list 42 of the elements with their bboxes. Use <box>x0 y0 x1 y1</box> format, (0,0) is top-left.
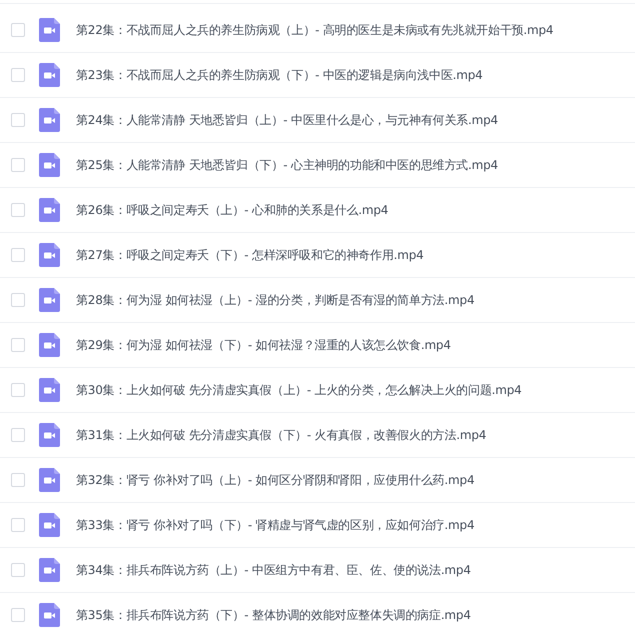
checkbox[interactable] <box>11 68 25 82</box>
checkbox[interactable] <box>11 203 25 217</box>
video-file-icon <box>39 243 60 267</box>
file-name[interactable]: 第25集：人能常清静 天地悉皆归（下）- 心主神明的功能和中医的思维方式.mp4 <box>76 156 498 174</box>
video-file-icon <box>39 603 60 627</box>
video-file-icon <box>39 333 60 357</box>
video-file-icon <box>39 513 60 537</box>
checkbox[interactable] <box>11 248 25 262</box>
file-name[interactable]: 第34集：排兵布阵说方药（上）- 中医组方中有君、臣、佐、使的说法.mp4 <box>76 562 471 578</box>
file-name[interactable]: 第30集：上火如何破 先分清虚实真假（上）- 上火的分类，怎么解决上火的问题.mp4 <box>76 382 522 398</box>
video-file-icon <box>39 558 60 582</box>
file-name[interactable]: 第28集：何为湿 如何祛湿（上）- 湿的分类，判断是否有湿的简单方法.mp4 <box>76 292 474 308</box>
checkbox[interactable] <box>11 473 25 487</box>
file-name[interactable]: 第32集：肾亏 你补对了吗（上）- 如何区分肾阴和肾阳，应使用什么药.mp4 <box>76 472 474 488</box>
file-name[interactable]: 第33集：肾亏 你补对了吗（下）- 肾精虚与肾气虚的区别，应如何治疗.mp4 <box>76 516 474 534</box>
video-file-icon <box>39 108 60 132</box>
file-name[interactable]: 第31集：上火如何破 先分清虚实真假（下）- 火有真假，改善假火的方法.mp4 <box>76 426 486 444</box>
checkbox[interactable] <box>11 293 25 307</box>
checkbox[interactable] <box>11 518 25 532</box>
file-name[interactable]: 第27集：呼吸之间定寿夭（下）- 怎样深呼吸和它的神奇作用.mp4 <box>76 246 424 264</box>
checkbox[interactable] <box>11 113 25 127</box>
video-file-icon <box>39 198 60 222</box>
video-file-icon <box>39 468 60 492</box>
file-name[interactable]: 第23集：不战而屈人之兵的养生防病观（下）- 中医的逻辑是病向浅中医.mp4 <box>76 66 483 84</box>
checkbox[interactable] <box>11 338 25 352</box>
file-name[interactable]: 第29集：何为湿 如何祛湿（下）- 如何祛湿？湿重的人该怎么饮食.mp4 <box>76 336 451 354</box>
file-name[interactable]: 第22集：不战而屈人之兵的养生防病观（上）- 高明的医生是未病或有先兆就开始干预.mp4 <box>76 22 554 38</box>
video-file-icon <box>39 288 60 312</box>
checkbox[interactable] <box>11 563 25 577</box>
video-file-icon <box>39 153 60 177</box>
video-file-icon <box>39 423 60 447</box>
checkbox[interactable] <box>11 23 25 37</box>
checkbox[interactable] <box>11 383 25 397</box>
file-name[interactable]: 第35集：排兵布阵说方药（下）- 整体协调的效能对应整体失调的病症.mp4 <box>76 606 471 624</box>
video-file-icon <box>39 378 60 402</box>
file-name[interactable]: 第26集：呼吸之间定寿夭（上）- 心和肺的关系是什么.mp4 <box>76 202 388 218</box>
checkbox[interactable] <box>11 158 25 172</box>
checkbox[interactable] <box>11 608 25 622</box>
video-file-icon <box>39 63 60 87</box>
file-name[interactable]: 第24集：人能常清静 天地悉皆归（上）- 中医里什么是心，与元神有何关系.mp4 <box>76 112 498 128</box>
video-file-icon <box>39 18 60 42</box>
checkbox[interactable] <box>11 428 25 442</box>
